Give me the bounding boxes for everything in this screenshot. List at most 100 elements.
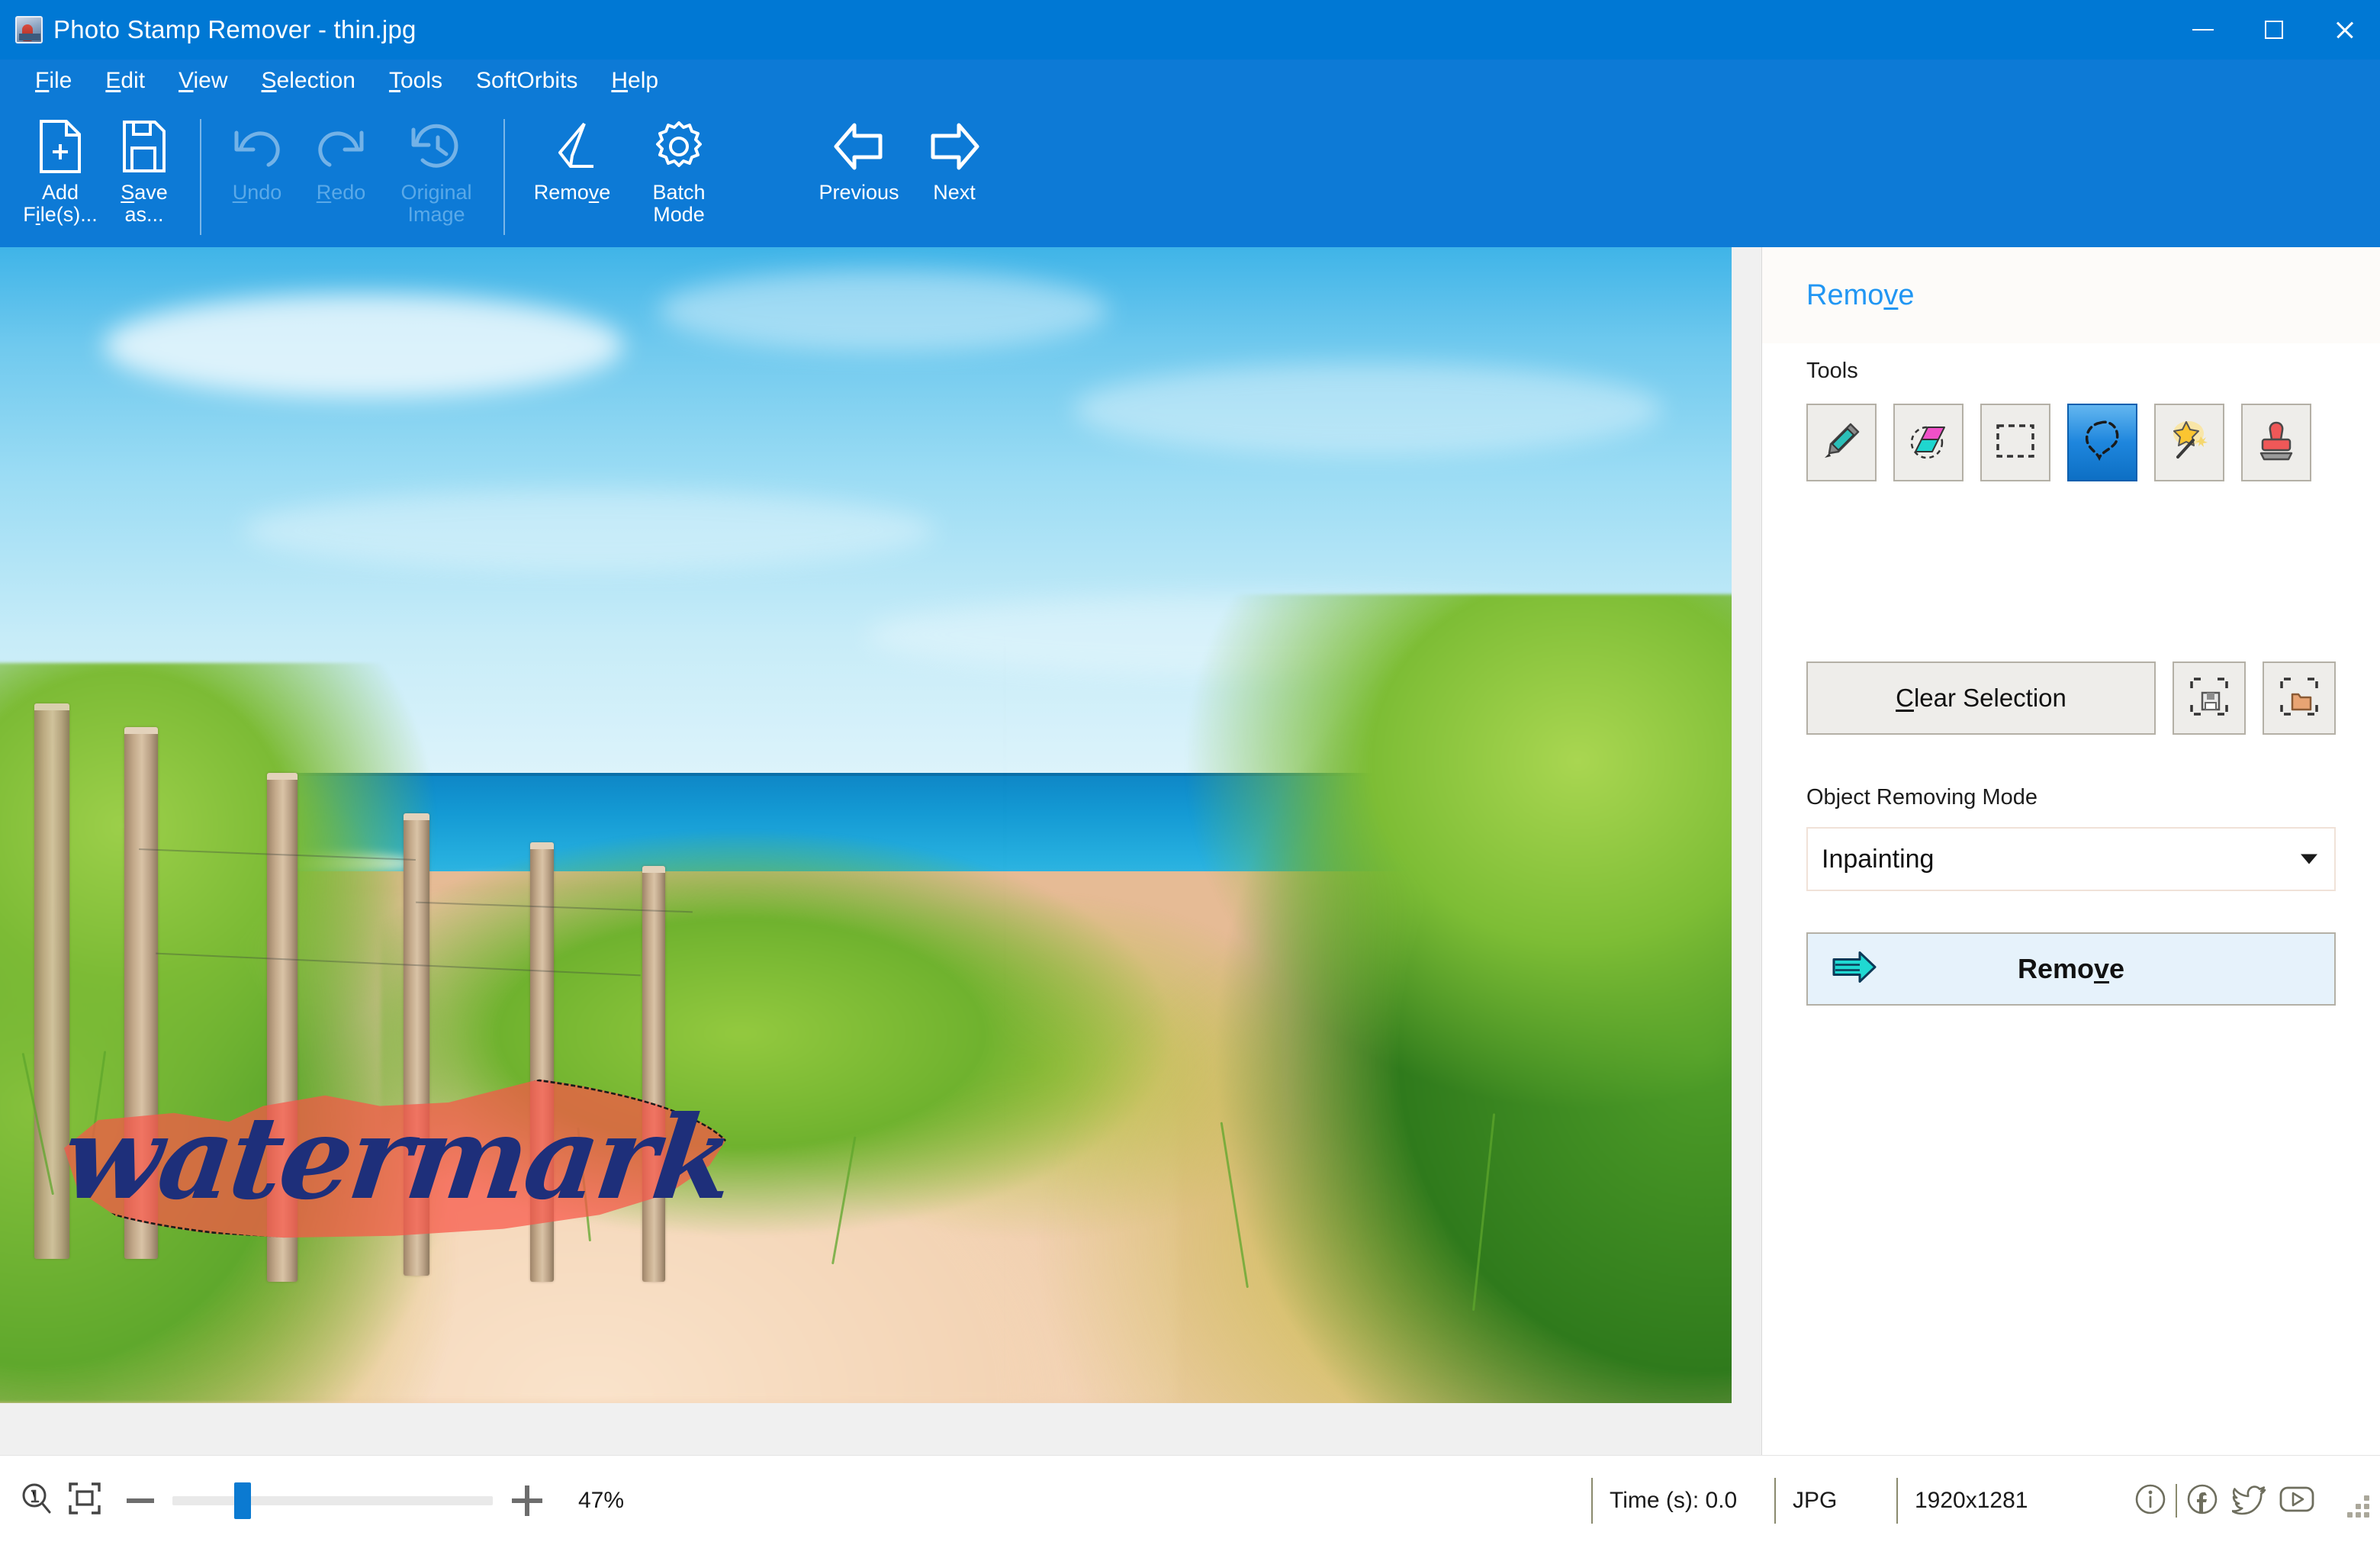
load-selection-button[interactable] <box>2263 661 2336 735</box>
lasso-select-icon <box>2082 420 2122 466</box>
toolbar-next-button[interactable]: Next <box>912 113 996 239</box>
toolbar-save-as-label: Save as... <box>121 181 168 227</box>
zoom-controls: 47% <box>0 1477 647 1524</box>
menu-item-edit[interactable]: Edit <box>88 63 162 98</box>
social-divider <box>2176 1484 2177 1518</box>
info-button[interactable] <box>2128 1479 2173 1523</box>
toolbar-add-files-button[interactable]: Add File(s)... <box>18 113 102 239</box>
toolbar-original-image-label: Original Image <box>400 181 472 227</box>
maximize-button[interactable] <box>2238 0 2309 60</box>
status-format-field: JPG <box>1774 1478 1896 1524</box>
facebook-button[interactable] <box>2180 1479 2224 1523</box>
tool-clone-stamp-button[interactable] <box>2241 404 2311 481</box>
zoom-slider-thumb[interactable] <box>234 1482 252 1519</box>
zoom-out-button[interactable] <box>119 1477 162 1524</box>
minimize-button[interactable] <box>2167 0 2238 60</box>
toolbar-separator-1 <box>200 119 201 235</box>
object-removing-mode-value: Inpainting <box>1822 844 1935 874</box>
eraser-select-icon <box>1906 420 1951 466</box>
tool-lasso-select-button[interactable] <box>2067 404 2137 481</box>
status-social-links <box>2095 1479 2336 1523</box>
panel-title: Remove <box>1806 279 1915 311</box>
minimize-icon <box>2192 29 2214 31</box>
load-selection-icon <box>2279 676 2320 721</box>
menu-label-view-rest: iew <box>193 68 228 93</box>
toolbar-save-as-button[interactable]: Save as... <box>102 113 186 239</box>
minus-icon <box>127 1498 154 1503</box>
watermark-selection[interactable]: watermark <box>50 1067 738 1243</box>
panel-body: Tools C lear Selection Object Removing M… <box>1762 343 2380 1006</box>
toolbar-undo-button[interactable]: Undo <box>215 113 299 239</box>
toolbar-add-files-label: Add File(s)... <box>23 181 98 227</box>
twitter-bird-icon <box>2230 1482 2267 1520</box>
title-bar: Photo Stamp Remover - thin.jpg <box>0 0 2380 60</box>
toolbar-separator-2 <box>503 119 505 235</box>
file-plus-icon <box>37 119 84 174</box>
magic-wand-icon <box>2167 420 2211 466</box>
save-selection-icon <box>2189 676 2230 721</box>
app-photo-icon <box>15 16 43 43</box>
photo-image[interactable]: watermark <box>0 247 1732 1403</box>
toolbar-batch-mode-button[interactable]: Batch Mode <box>626 113 732 239</box>
tool-magic-wand-button[interactable] <box>2154 404 2224 481</box>
twitter-button[interactable] <box>2227 1479 2272 1523</box>
right-panel: Remove Tools C lear Selection Object Rem… <box>1762 247 2380 1455</box>
tools-section-label: Tools <box>1806 359 1858 383</box>
facebook-icon <box>2185 1482 2219 1520</box>
menu-label-tools-rest: ools <box>400 68 442 93</box>
clear-selection-label-rest: lear Selection <box>1913 684 2066 712</box>
tool-marker-button[interactable] <box>1806 404 1877 481</box>
remove-action-button[interactable]: Remove <box>1806 932 2336 1006</box>
close-button[interactable] <box>2309 0 2380 60</box>
menu-label-help-rest: elp <box>628 68 659 93</box>
zoom-actual-size-icon <box>20 1481 55 1520</box>
history-clock-icon <box>409 119 464 174</box>
menu-item-softorbits[interactable]: SoftOrbits <box>459 63 594 98</box>
toolbar-redo-button[interactable]: Redo <box>299 113 383 239</box>
menu-item-view[interactable]: View <box>162 63 244 98</box>
save-selection-button[interactable] <box>2173 661 2246 735</box>
toolbar-remove-button[interactable]: Remove <box>519 113 626 239</box>
toolbar-remove-label: Remove <box>533 181 611 204</box>
youtube-play-icon <box>2279 1484 2315 1518</box>
chevron-down-icon <box>2301 854 2317 864</box>
toolbar-original-image-button[interactable]: Original Image <box>383 113 490 239</box>
toolbar-previous-button[interactable]: Previous <box>806 113 912 239</box>
menu-label-file-rest: ile <box>49 68 72 93</box>
arrow-left-icon <box>831 119 886 174</box>
zoom-fit-window-icon <box>67 1481 102 1520</box>
status-bar: 47% Time (s): 0.0 JPG 1920x1281 <box>0 1455 2380 1545</box>
menu-item-help[interactable]: Help <box>594 63 675 98</box>
photo-cloud <box>1073 362 1663 455</box>
photo-cloud <box>104 293 624 398</box>
application-window: Photo Stamp Remover - thin.jpg File Edit… <box>0 0 2380 1545</box>
maximize-icon <box>2264 21 2283 39</box>
toolbar-redo-label: Redo <box>316 181 366 204</box>
undo-arrow-icon <box>230 119 284 174</box>
tool-eraser-button[interactable] <box>1893 404 1963 481</box>
zoom-fit-window-button[interactable] <box>61 1477 108 1524</box>
menu-item-file[interactable]: File <box>18 63 88 98</box>
menu-bar: File Edit View Selection Tools SoftOrbit… <box>0 60 2380 102</box>
status-bar-right: Time (s): 0.0 JPG 1920x1281 <box>1591 1456 2380 1545</box>
zoom-slider[interactable] <box>172 1477 493 1524</box>
marker-pen-icon <box>1820 420 1863 466</box>
watermark-text: watermark <box>56 1091 738 1225</box>
zoom-actual-size-button[interactable] <box>14 1477 61 1524</box>
redo-arrow-icon <box>314 119 368 174</box>
zoom-percent-label: 47% <box>578 1487 625 1513</box>
toolbar-undo-label: Undo <box>232 181 282 204</box>
selection-actions-row: Clear Selection <box>1806 661 2336 735</box>
object-removing-mode-select[interactable]: Inpainting <box>1806 827 2336 891</box>
toolbar-batch-mode-label: Batch Mode <box>652 181 706 227</box>
youtube-button[interactable] <box>2275 1479 2319 1523</box>
resize-grip-icon[interactable] <box>2336 1484 2369 1518</box>
zoom-in-button[interactable] <box>503 1477 551 1524</box>
tool-rectangle-select-button[interactable] <box>1980 404 2050 481</box>
status-time-field: Time (s): 0.0 <box>1591 1478 1774 1524</box>
menu-item-selection[interactable]: Selection <box>245 63 372 98</box>
clear-selection-button[interactable]: Clear Selection <box>1806 661 2156 735</box>
menu-item-tools[interactable]: Tools <box>372 63 459 98</box>
status-dimensions-field: 1920x1281 <box>1896 1478 2095 1524</box>
image-canvas-area[interactable]: watermark <box>0 247 1762 1455</box>
